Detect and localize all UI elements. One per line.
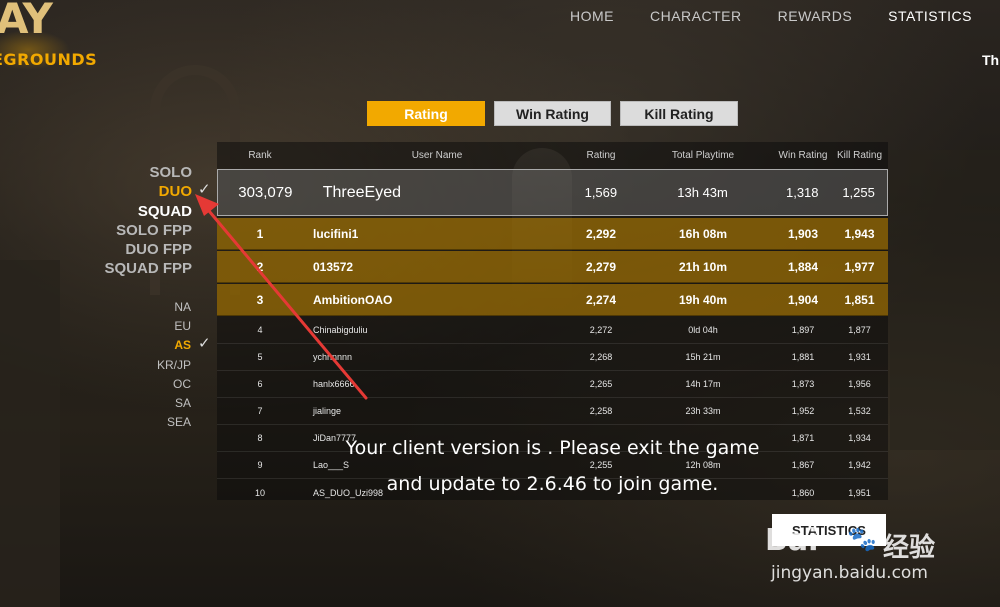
watermark-logo: Bai xyxy=(765,523,819,558)
watermark-chinese: 经验 xyxy=(883,533,936,563)
baidu-watermark: Bai 🐾 经验 jingyan.baidu.com xyxy=(765,515,965,595)
paw-icon: 🐾 xyxy=(847,525,877,553)
watermark-url: jingyan.baidu.com xyxy=(771,563,928,583)
